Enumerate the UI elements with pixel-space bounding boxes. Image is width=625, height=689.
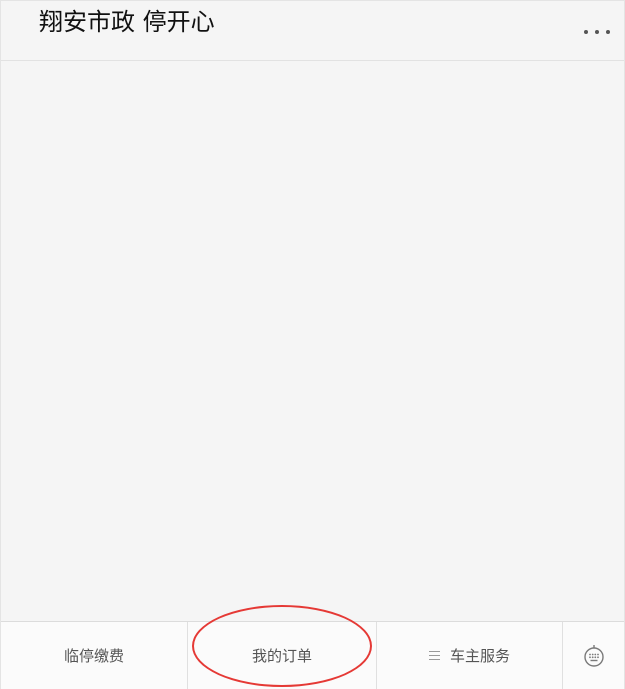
list-icon [428, 651, 440, 660]
page-title: 翔安市政 停开心 [39, 8, 215, 36]
dot [606, 30, 610, 34]
main-content [1, 61, 624, 621]
header-bar: 翔安市政 停开心 [1, 1, 624, 61]
menu-item-temp-parking-payment[interactable]: 临停缴费 [1, 622, 188, 689]
bottom-menu-bar: 临停缴费 我的订单 车主服务 [1, 621, 624, 689]
keyboard-icon [583, 644, 604, 667]
menu-item-my-orders[interactable]: 我的订单 [188, 622, 377, 689]
more-dots-icon[interactable] [584, 27, 610, 37]
dot [595, 30, 599, 34]
menu-item-label: 临停缴费 [63, 647, 124, 665]
menu-item-label: 车主服务 [449, 647, 510, 665]
keyboard-toggle-button[interactable] [563, 622, 624, 689]
dot [584, 30, 588, 34]
menu-item-label: 我的订单 [251, 647, 312, 665]
app-window: 翔安市政 停开心 临停缴费 我的订单 车主服务 [0, 0, 625, 689]
menu-item-owner-services[interactable]: 车主服务 [377, 622, 563, 689]
